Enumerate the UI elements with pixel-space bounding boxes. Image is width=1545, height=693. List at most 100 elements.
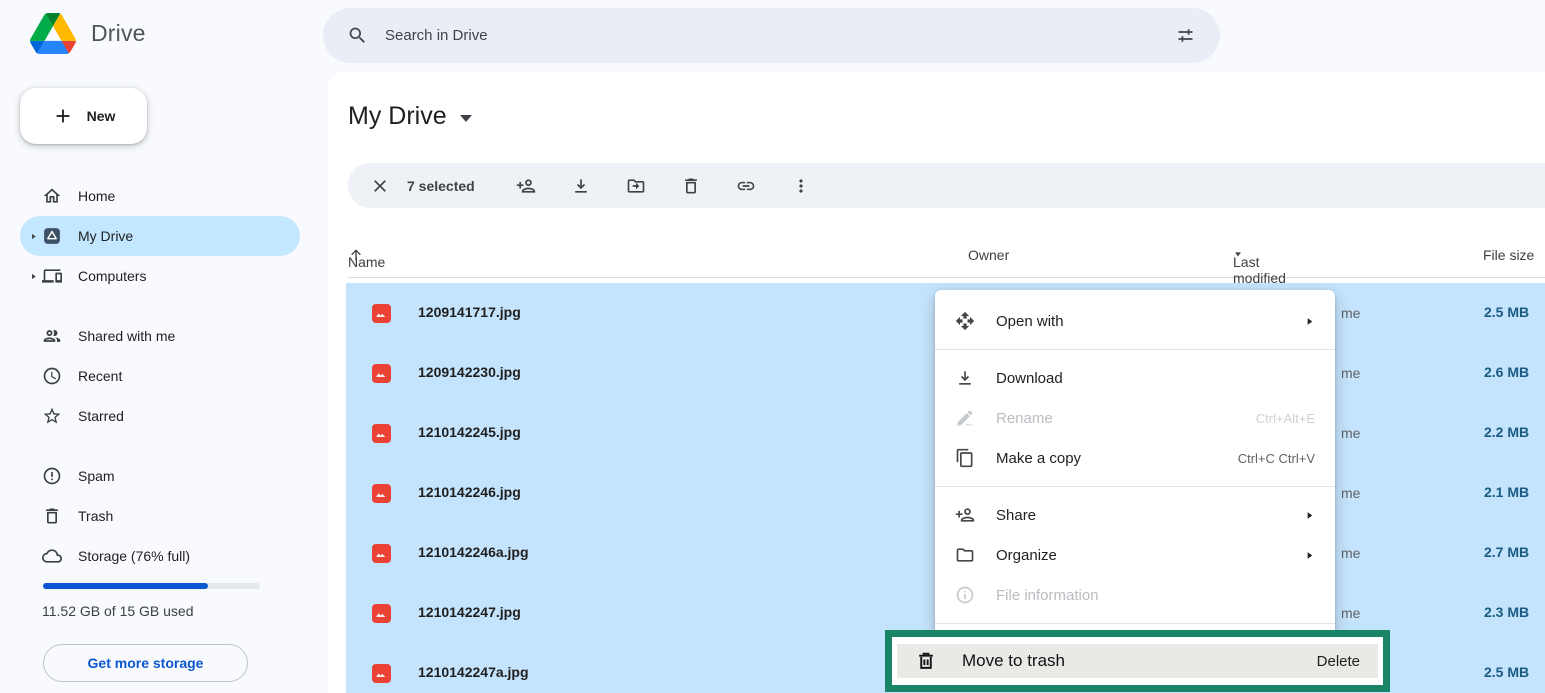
sidebar-item-storage[interactable]: Storage (76% full) xyxy=(20,536,300,576)
image-file-icon xyxy=(372,664,391,683)
menu-item-move-to-trash[interactable]: Move to trash Delete xyxy=(897,644,1378,678)
modified-by: me xyxy=(1341,425,1360,441)
search-bar[interactable]: Search in Drive xyxy=(323,8,1220,63)
menu-item-label: File information xyxy=(996,587,1099,604)
more-options-icon[interactable] xyxy=(791,176,811,196)
spam-icon xyxy=(42,466,62,486)
close-selection-icon[interactable] xyxy=(370,176,390,196)
menu-item-file-information: File information xyxy=(935,575,1335,615)
sidebar-item-shared-with-me[interactable]: Shared with me xyxy=(20,316,300,356)
file-information-icon xyxy=(955,585,975,605)
menu-item-shortcut: Ctrl+C Ctrl+V xyxy=(1238,451,1315,466)
page-title: My Drive xyxy=(348,102,447,131)
column-header-owner[interactable]: Owner xyxy=(968,247,1009,263)
menu-item-organize[interactable]: Organize xyxy=(935,535,1335,575)
menu-item-shortcut: Delete xyxy=(1317,653,1360,670)
nav-section-gap xyxy=(0,436,312,456)
download-icon xyxy=(955,368,975,388)
get-more-storage-button[interactable]: Get more storage xyxy=(43,644,248,682)
menu-item-share[interactable]: Share xyxy=(935,495,1335,535)
menu-item-download[interactable]: Download xyxy=(935,358,1335,398)
submenu-arrow-icon xyxy=(1304,510,1315,521)
link-icon[interactable] xyxy=(736,176,756,196)
file-size: 2.5 MB xyxy=(1484,664,1529,680)
chevron-right-icon[interactable] xyxy=(24,232,42,241)
google-drive-window: Drive New Home My Drive Computers Shared… xyxy=(0,0,1545,693)
sidebar-item-label: Trash xyxy=(78,508,113,524)
column-header-last-modified[interactable]: Last modified xyxy=(1233,247,1243,259)
sidebar-item-my-drive[interactable]: My Drive xyxy=(20,216,300,256)
trash-icon[interactable] xyxy=(681,176,701,196)
file-name: 1210142245.jpg xyxy=(418,424,521,440)
sidebar-item-computers[interactable]: Computers xyxy=(20,256,300,296)
menu-divider xyxy=(935,349,1335,350)
move-to-trash-icon xyxy=(915,650,937,672)
sidebar-item-label: Computers xyxy=(78,268,146,284)
storage-progress-fill xyxy=(43,583,208,589)
column-header-file-size[interactable]: File size xyxy=(1483,247,1534,263)
storage-progress-bar xyxy=(43,583,260,589)
modified-by: me xyxy=(1341,545,1360,561)
submenu-arrow-icon xyxy=(1304,550,1315,561)
modified-by: me xyxy=(1341,485,1360,501)
chevron-right-icon[interactable] xyxy=(24,272,42,281)
submenu-arrow-icon xyxy=(1304,316,1315,327)
trash-icon xyxy=(42,506,62,526)
file-name: 1210142247.jpg xyxy=(418,604,521,620)
annotation-highlight-box: Move to trash Delete xyxy=(885,630,1390,692)
move-to-folder-icon[interactable] xyxy=(626,176,646,196)
sidebar-item-starred[interactable]: Starred xyxy=(20,396,300,436)
table-header: Name Owner Last modified File size xyxy=(348,240,1545,278)
nav-section-gap xyxy=(0,296,312,316)
plus-icon xyxy=(52,105,74,127)
file-size: 2.5 MB xyxy=(1484,304,1529,320)
selected-count-label: 7 selected xyxy=(407,178,475,194)
menu-divider xyxy=(935,623,1335,624)
menu-item-open-with[interactable]: Open with xyxy=(935,301,1335,341)
menu-item-label: Organize xyxy=(996,547,1057,564)
starred-icon xyxy=(42,406,62,426)
file-name: 1210142246a.jpg xyxy=(418,544,529,560)
file-size: 2.6 MB xyxy=(1484,364,1529,380)
modified-by: me xyxy=(1341,305,1360,321)
make-a-copy-icon xyxy=(955,448,975,468)
modified-by: me xyxy=(1341,365,1360,381)
search-input[interactable]: Search in Drive xyxy=(385,27,488,44)
sidebar-nav: Home My Drive Computers Shared with me R… xyxy=(0,176,312,576)
sidebar-item-label: Home xyxy=(78,188,115,204)
file-size: 2.2 MB xyxy=(1484,424,1529,440)
sidebar-item-spam[interactable]: Spam xyxy=(20,456,300,496)
sidebar-item-recent[interactable]: Recent xyxy=(20,356,300,396)
column-header-name[interactable]: Name xyxy=(348,247,364,263)
menu-item-shortcut: Ctrl+Alt+E xyxy=(1256,411,1315,426)
menu-item-label: Download xyxy=(996,370,1063,387)
file-size: 2.1 MB xyxy=(1484,484,1529,500)
sidebar-item-label: Starred xyxy=(78,408,124,424)
search-filters-icon[interactable] xyxy=(1175,25,1196,46)
new-button[interactable]: New xyxy=(20,88,147,144)
sidebar-item-trash[interactable]: Trash xyxy=(20,496,300,536)
new-button-label: New xyxy=(87,108,116,124)
sidebar-item-home[interactable]: Home xyxy=(20,176,300,216)
sidebar-item-label: Spam xyxy=(78,468,115,484)
shared-with-me-icon xyxy=(42,326,62,346)
product-name: Drive xyxy=(91,20,146,47)
image-file-icon xyxy=(372,544,391,563)
menu-divider xyxy=(935,486,1335,487)
cloud-icon xyxy=(42,546,62,566)
context-menu: Open with Download Rename Ctrl+Alt+E Mak… xyxy=(935,290,1335,640)
page-title-dropdown[interactable]: My Drive xyxy=(348,102,472,131)
menu-item-make-a-copy[interactable]: Make a copy Ctrl+C Ctrl+V xyxy=(935,438,1335,478)
download-icon[interactable] xyxy=(571,176,591,196)
menu-item-label: Rename xyxy=(996,410,1053,427)
recent-icon xyxy=(42,366,62,386)
file-name: 1209141717.jpg xyxy=(418,304,521,320)
image-file-icon xyxy=(372,424,391,443)
file-name: 1210142247a.jpg xyxy=(418,664,529,680)
image-file-icon xyxy=(372,364,391,383)
sidebar-item-label: Recent xyxy=(78,368,122,384)
storage-usage-text: 11.52 GB of 15 GB used xyxy=(42,603,194,619)
share-person-add-icon[interactable] xyxy=(516,176,536,196)
search-icon[interactable] xyxy=(347,25,368,46)
menu-item-label: Share xyxy=(996,507,1036,524)
